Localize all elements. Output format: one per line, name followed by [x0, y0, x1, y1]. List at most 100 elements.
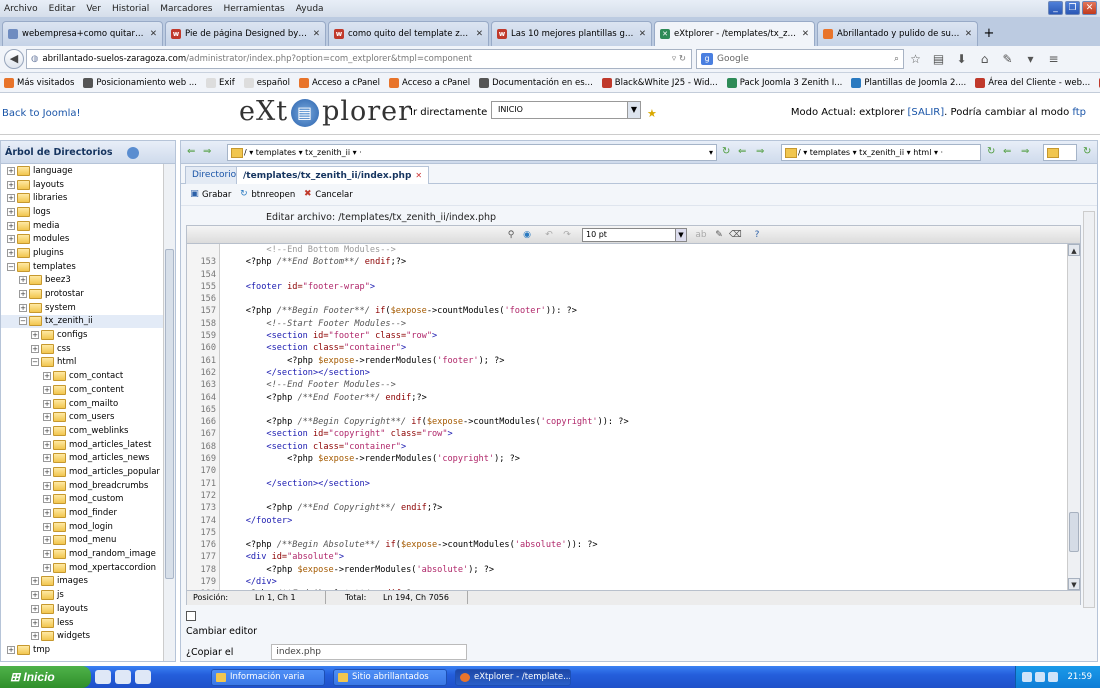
- code-line[interactable]: <section class="container">: [221, 441, 1067, 453]
- expand-icon[interactable]: +: [31, 344, 39, 353]
- tree-node-tx_zenith_ii[interactable]: − tx_zenith_ii: [1, 314, 164, 329]
- tree-node-com_weblinks[interactable]: + com_weblinks: [1, 424, 164, 438]
- reload-icon[interactable]: ▿ ↻: [672, 54, 686, 64]
- right-path-selector[interactable]: / ▾ templates ▾ tx_zenith_ii ▾ html ▾ ·: [781, 144, 981, 161]
- browser-tab[interactable]: webempresa+como quitar by ... ✕: [2, 21, 163, 46]
- highlight-icon[interactable]: ✎: [713, 229, 725, 241]
- redo-icon[interactable]: ↷: [561, 229, 573, 241]
- code-line[interactable]: </section></section>: [221, 478, 1067, 490]
- code-line[interactable]: <?php /**End Copyright**/ endif;?>: [221, 502, 1067, 514]
- close-window-icon[interactable]: ✕: [1082, 1, 1097, 15]
- tree-node-language[interactable]: + language: [1, 164, 164, 178]
- tree-node-protostar[interactable]: + protostar: [1, 287, 164, 301]
- tree-node-widgets[interactable]: + widgets: [1, 629, 164, 643]
- expand-icon[interactable]: +: [31, 604, 39, 613]
- expand-icon[interactable]: +: [43, 413, 51, 422]
- address-bar[interactable]: ◍ abrillantado-suelos-zaragoza.com /admi…: [26, 49, 692, 69]
- nav-back-arrow-icon[interactable]: ⇐: [1003, 146, 1011, 157]
- back-to-joomla-link[interactable]: Back to Joomla!: [2, 108, 81, 119]
- save-button[interactable]: ▣ Grabar: [189, 189, 231, 200]
- addon-icon[interactable]: ✎: [996, 52, 1019, 66]
- tree-node-modules[interactable]: + modules: [1, 232, 164, 246]
- logout-link[interactable]: [SALIR]: [908, 107, 945, 118]
- expand-icon[interactable]: +: [43, 522, 51, 531]
- quicklaunch-ie-icon[interactable]: [95, 670, 111, 684]
- expand-icon[interactable]: +: [43, 372, 51, 381]
- browser-tab[interactable]: ✕ eXtplorer - /templates/tx_zen... ✕: [654, 21, 815, 46]
- dropdown-icon[interactable]: ▾: [1019, 52, 1042, 66]
- scroll-down-icon[interactable]: ▼: [1068, 578, 1080, 590]
- code-line[interactable]: <?php $expose->renderModules('footer'); …: [221, 355, 1067, 367]
- expand-icon[interactable]: +: [31, 577, 39, 586]
- menu-item-archivo[interactable]: Archivo: [4, 4, 38, 14]
- expand-icon[interactable]: +: [7, 248, 15, 257]
- syntax-icon[interactable]: ab: [695, 229, 707, 241]
- tree-scrollbar[interactable]: [163, 164, 175, 661]
- nav-forward-arrow-icon[interactable]: ⇒: [756, 146, 764, 157]
- menu-item-historial[interactable]: Historial: [112, 4, 149, 14]
- expand-icon[interactable]: +: [43, 467, 51, 476]
- collapse-icon[interactable]: −: [7, 262, 15, 271]
- tree-node-mod_random_image[interactable]: + mod_random_image: [1, 547, 164, 561]
- code-line[interactable]: [221, 293, 1067, 305]
- collapse-icon[interactable]: −: [31, 358, 39, 367]
- code-line[interactable]: </div>: [221, 576, 1067, 588]
- search-box[interactable]: g Google ⌕: [696, 49, 904, 69]
- close-tab-icon[interactable]: ✕: [639, 29, 646, 39]
- expand-icon[interactable]: +: [43, 495, 51, 504]
- expand-icon[interactable]: +: [43, 481, 51, 490]
- bookmark-star-icon[interactable]: ☆: [904, 52, 927, 66]
- tree-node-css[interactable]: + css: [1, 342, 164, 356]
- bookmarks-list-icon[interactable]: ▤: [927, 52, 950, 66]
- change-editor-checkbox[interactable]: [186, 611, 196, 621]
- copy-filename-input[interactable]: index.php: [271, 644, 468, 660]
- tree-node-libraries[interactable]: + libraries: [1, 191, 164, 205]
- close-tab-icon[interactable]: ✕: [965, 29, 972, 39]
- minimize-icon[interactable]: _: [1048, 1, 1063, 15]
- code-line[interactable]: </section></section>: [221, 367, 1067, 379]
- bookmark-icon[interactable]: ★: [647, 107, 657, 120]
- browser-tab[interactable]: w Las 10 mejores plantillas grat... ✕: [491, 21, 652, 46]
- close-tab-icon[interactable]: ✕: [802, 29, 809, 39]
- reload-icon[interactable]: ↻: [987, 146, 995, 157]
- bookmark-item[interactable]: español: [243, 77, 290, 88]
- collapse-icon[interactable]: −: [19, 317, 27, 326]
- tree-node-mod_breadcrumbs[interactable]: + mod_breadcrumbs: [1, 479, 164, 493]
- menu-item-editar[interactable]: Editar: [49, 4, 76, 14]
- expand-icon[interactable]: +: [7, 235, 15, 244]
- reload-icon[interactable]: ↻: [1083, 146, 1091, 157]
- code-line[interactable]: <?php /**Begin Copyright**/ if($expose->…: [221, 416, 1067, 428]
- browser-tab[interactable]: w como quito del template zenit... ✕: [328, 21, 489, 46]
- scroll-up-icon[interactable]: ▲: [1068, 244, 1080, 256]
- code-line[interactable]: </footer>: [221, 515, 1067, 527]
- expand-icon[interactable]: +: [43, 426, 51, 435]
- tree-node-tmp[interactable]: + tmp: [1, 643, 164, 657]
- code-line[interactable]: <!--End Footer Modules-->: [221, 379, 1067, 391]
- tree-node-mod_articles_news[interactable]: + mod_articles_news: [1, 451, 164, 465]
- reset-icon[interactable]: ⌫: [729, 229, 742, 241]
- taskbar-button[interactable]: eXtplorer - /template...: [455, 668, 571, 686]
- undo-icon[interactable]: ↶: [543, 229, 555, 241]
- bookmark-item[interactable]: Documentación en es...: [479, 77, 593, 88]
- home-icon[interactable]: ⌂: [973, 52, 996, 66]
- goto-line-icon[interactable]: ◉: [521, 229, 533, 241]
- expand-icon[interactable]: +: [7, 221, 15, 230]
- reopen-button[interactable]: ↻ btnreopen: [238, 189, 295, 200]
- browser-tab[interactable]: Abrillantado y pulido de suelo... ✕: [817, 21, 978, 46]
- editor-scrollbar[interactable]: ▲ ▼: [1067, 244, 1080, 590]
- tab-directory[interactable]: Directorio: [185, 166, 244, 184]
- tree-node-html[interactable]: − html: [1, 356, 164, 370]
- expand-icon[interactable]: +: [7, 166, 15, 175]
- tree-node-mod_finder[interactable]: + mod_finder: [1, 506, 164, 520]
- expand-icon[interactable]: +: [43, 385, 51, 394]
- close-tab-icon[interactable]: ✕: [150, 29, 157, 39]
- tree-node-com_mailto[interactable]: + com_mailto: [1, 397, 164, 411]
- magnifier-icon[interactable]: ⌕: [894, 54, 899, 64]
- quicklaunch-firefox-icon[interactable]: [135, 670, 151, 684]
- expand-icon[interactable]: +: [19, 276, 27, 285]
- menu-icon[interactable]: ≡: [1042, 52, 1065, 66]
- bookmark-item[interactable]: Plantillas de Joomla 2....: [851, 77, 966, 88]
- back-arrow-icon[interactable]: ◀: [4, 49, 24, 69]
- bookmark-item[interactable]: Pack Joomla 3 Zenith I...: [726, 77, 842, 88]
- code-line[interactable]: <!--Start Footer Modules-->: [221, 318, 1067, 330]
